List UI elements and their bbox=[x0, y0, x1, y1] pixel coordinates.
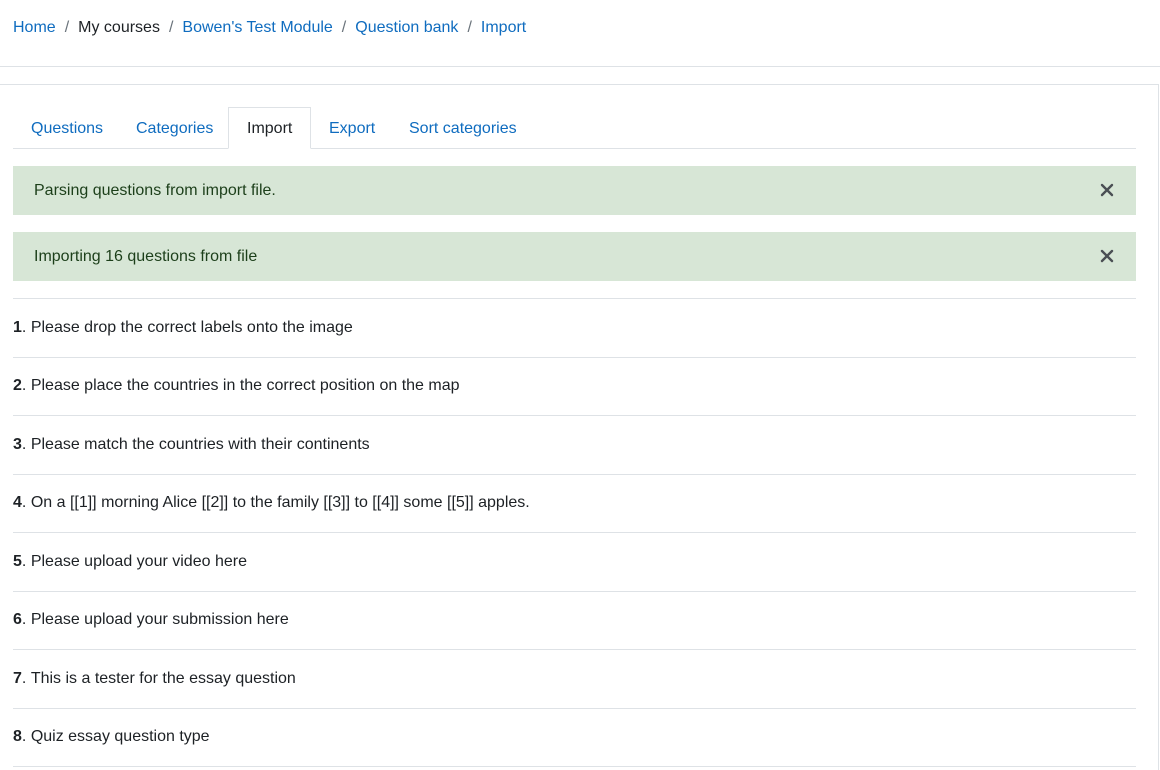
question-number-suffix: . bbox=[21, 435, 27, 453]
tab-categories[interactable]: Categories bbox=[118, 107, 231, 149]
question-text: Please upload your submission here bbox=[30, 611, 289, 629]
question-text: Please place the countries in the correc… bbox=[30, 377, 460, 395]
alert-message: Importing 16 questions from file bbox=[34, 248, 258, 265]
question-number: 3 bbox=[13, 435, 22, 453]
question-number: 7 bbox=[13, 669, 22, 687]
breadcrumb-separator: / bbox=[341, 19, 347, 36]
question-number: 6 bbox=[13, 611, 22, 629]
breadcrumb-import[interactable]: Import bbox=[481, 19, 526, 37]
question-number: 1 bbox=[13, 318, 22, 336]
breadcrumb-question-bank[interactable]: Question bank bbox=[355, 19, 458, 37]
question-row: 6. Please upload your submission here bbox=[13, 592, 1136, 650]
question-text: Please drop the correct labels onto the … bbox=[30, 318, 353, 336]
question-number-suffix: . bbox=[21, 669, 27, 687]
tab-questions[interactable]: Questions bbox=[13, 107, 121, 149]
question-text: Quiz essay question type bbox=[30, 728, 210, 746]
question-text: On a [[1]] morning Alice [[2]] to the fa… bbox=[30, 494, 530, 512]
question-number-suffix: . bbox=[21, 728, 27, 746]
question-number: 5 bbox=[13, 552, 22, 570]
breadcrumb: Home / My courses / Bowen's Test Module … bbox=[13, 19, 526, 37]
question-number-suffix: . bbox=[21, 611, 27, 629]
question-number-suffix: . bbox=[21, 494, 27, 512]
question-number: 2 bbox=[13, 377, 22, 395]
question-number: 8 bbox=[13, 728, 22, 746]
question-bank-tabs: Questions Categories Import Export Sort … bbox=[13, 107, 1136, 149]
question-text: This is a tester for the essay question bbox=[30, 669, 296, 687]
alert-message: Parsing questions from import file. bbox=[34, 182, 276, 199]
question-row: 7. This is a tester for the essay questi… bbox=[13, 650, 1136, 709]
breadcrumb-my-courses: My courses bbox=[78, 19, 160, 36]
question-row: 8. Quiz essay question type bbox=[13, 709, 1136, 767]
question-number-suffix: . bbox=[21, 377, 27, 395]
imported-questions-list: 1. Please drop the correct labels onto t… bbox=[13, 298, 1136, 767]
question-text: Please upload your video here bbox=[30, 552, 247, 570]
question-row: 5. Please upload your video here bbox=[13, 533, 1136, 592]
breadcrumb-separator: / bbox=[168, 19, 174, 36]
breadcrumb-separator: / bbox=[64, 19, 70, 36]
breadcrumb-bar: Home / My courses / Bowen's Test Module … bbox=[0, 0, 1160, 67]
breadcrumb-home[interactable]: Home bbox=[13, 19, 56, 37]
question-text: Please match the countries with their co… bbox=[30, 435, 370, 453]
alert-importing: Importing 16 questions from file bbox=[13, 232, 1136, 281]
question-number: 4 bbox=[13, 494, 22, 512]
question-number-suffix: . bbox=[21, 552, 27, 570]
question-row: 1. Please drop the correct labels onto t… bbox=[13, 299, 1136, 358]
tab-export[interactable]: Export bbox=[311, 107, 393, 149]
question-row: 2. Please place the countries in the cor… bbox=[13, 358, 1136, 416]
close-icon[interactable] bbox=[1100, 183, 1114, 197]
question-row: 4. On a [[1]] morning Alice [[2]] to the… bbox=[13, 475, 1136, 533]
tab-sort-categories[interactable]: Sort categories bbox=[391, 107, 535, 149]
question-number-suffix: . bbox=[21, 318, 27, 336]
alert-parsing: Parsing questions from import file. bbox=[13, 166, 1136, 215]
breadcrumb-course[interactable]: Bowen's Test Module bbox=[182, 19, 332, 37]
close-icon[interactable] bbox=[1100, 249, 1114, 263]
tab-import[interactable]: Import bbox=[228, 107, 312, 149]
breadcrumb-separator: / bbox=[467, 19, 472, 36]
question-row: 3. Please match the countries with their… bbox=[13, 416, 1136, 475]
